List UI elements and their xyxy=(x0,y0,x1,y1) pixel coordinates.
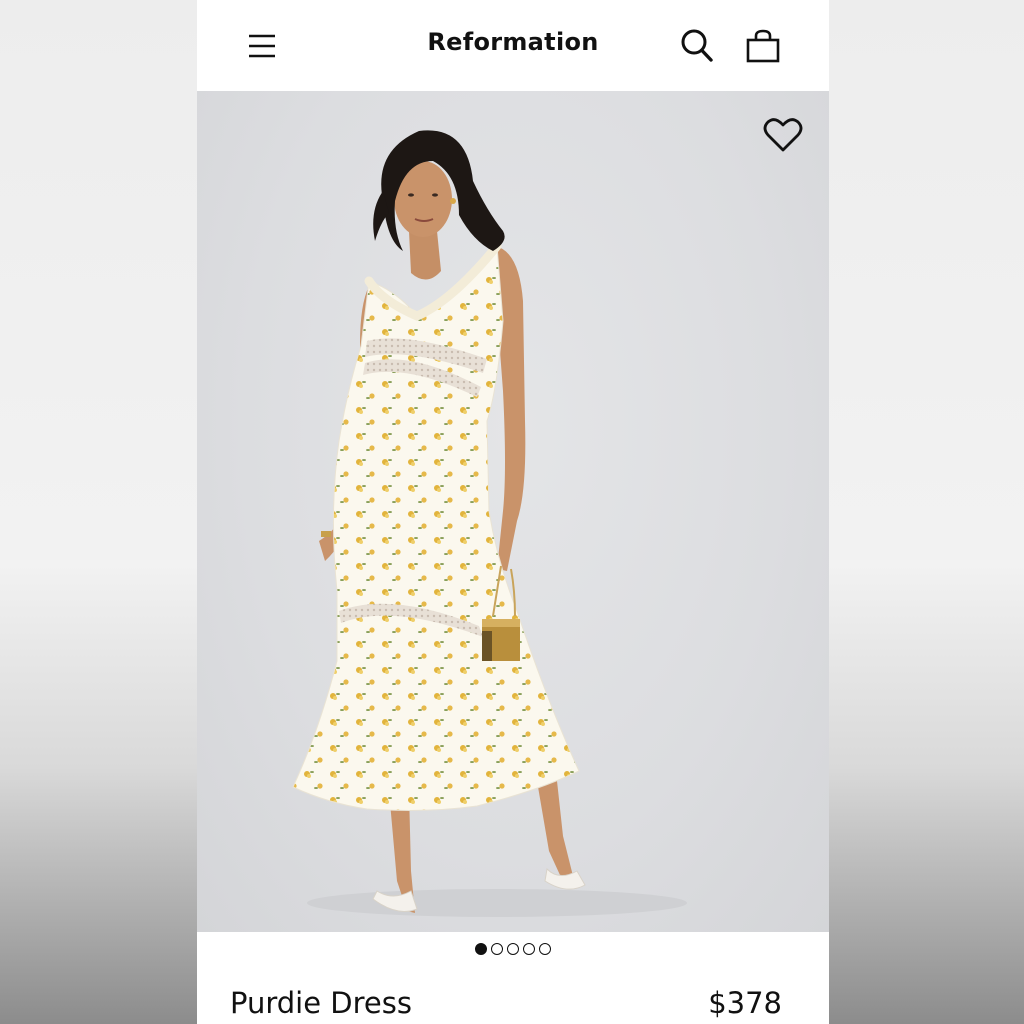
search-icon[interactable] xyxy=(677,24,717,68)
carousel-dot[interactable] xyxy=(475,943,487,955)
top-nav-bar: Reformation xyxy=(197,0,829,91)
carousel-dot[interactable] xyxy=(507,943,519,955)
product-image[interactable] xyxy=(197,91,829,932)
product-price: $378 xyxy=(708,986,782,1020)
brand-logo[interactable]: Reformation xyxy=(197,28,829,56)
shopping-bag-icon[interactable] xyxy=(741,24,785,68)
product-name[interactable]: Purdie Dress xyxy=(230,986,412,1020)
model-photo-illustration xyxy=(292,130,687,917)
mobile-screen: Reformation Purdie Dress $378 xyxy=(197,0,829,1024)
carousel-dot[interactable] xyxy=(539,943,551,955)
carousel-indicator xyxy=(197,943,829,959)
heart-outline-icon[interactable] xyxy=(763,117,807,157)
carousel-dot[interactable] xyxy=(523,943,535,955)
carousel-dot[interactable] xyxy=(491,943,503,955)
